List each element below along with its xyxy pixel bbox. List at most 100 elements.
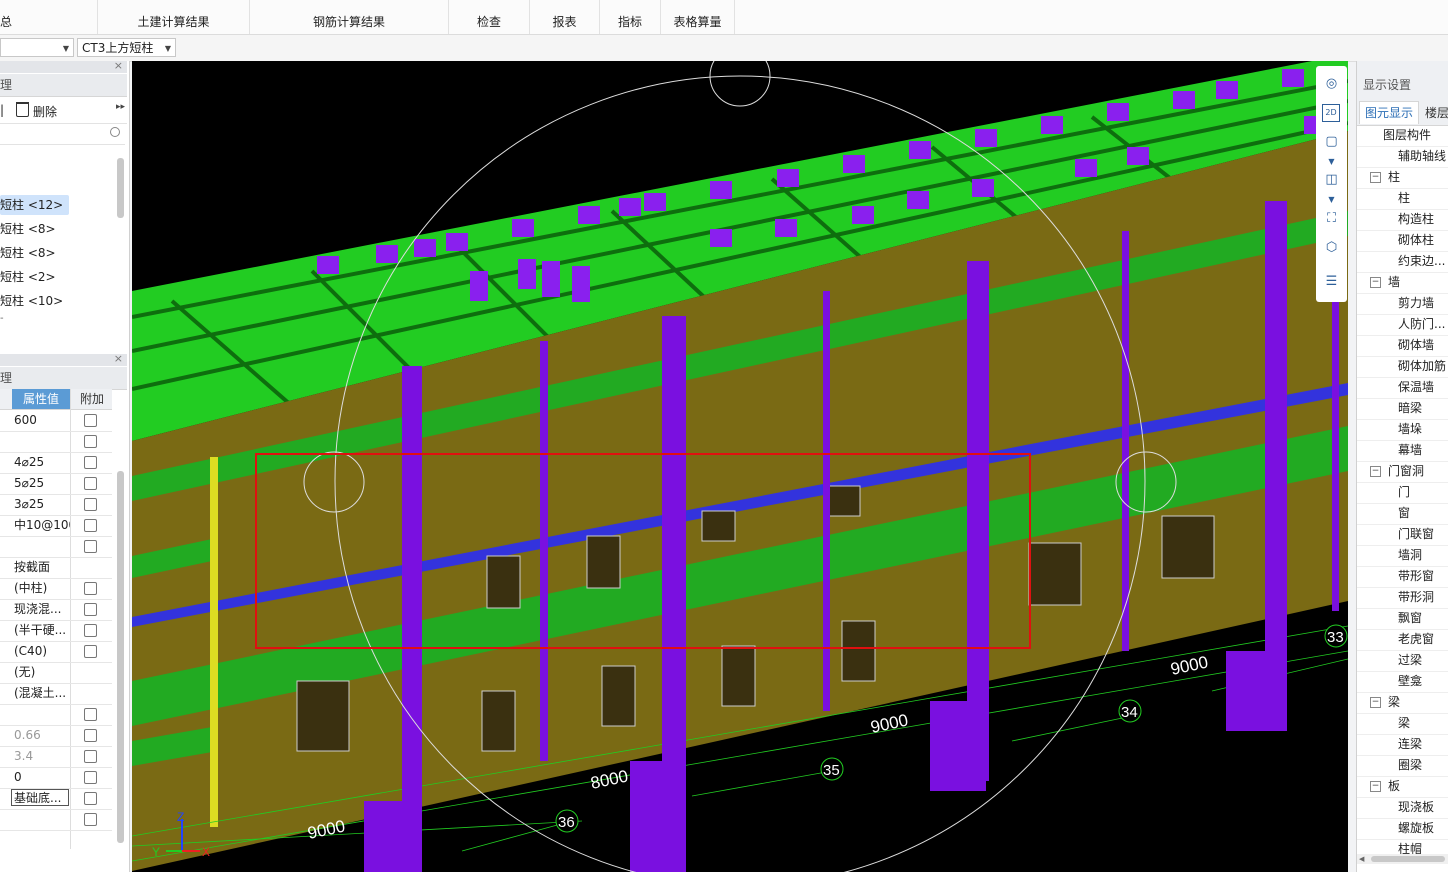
- property-row[interactable]: 3.4: [0, 746, 112, 768]
- trash-icon[interactable]: [16, 102, 29, 117]
- tree-item[interactable]: 人防门...: [1357, 314, 1448, 336]
- more-icon[interactable]: ▸▸: [116, 102, 125, 112]
- tree-item[interactable]: 老虎窗: [1357, 629, 1448, 651]
- property-value[interactable]: 0.66: [14, 725, 70, 746]
- list-item[interactable]: 短柱 <2>: [0, 267, 56, 287]
- list-item[interactable]: 短柱 <12>: [0, 195, 70, 215]
- tree-item[interactable]: 门联窗: [1357, 524, 1448, 546]
- property-value[interactable]: (半干硬...: [14, 620, 70, 641]
- property-value[interactable]: (C40): [14, 641, 70, 662]
- extra-checkbox[interactable]: [84, 813, 97, 826]
- tree-item[interactable]: 圈梁: [1357, 755, 1448, 777]
- list-search-input[interactable]: [0, 124, 125, 145]
- property-row[interactable]: 中10@100: [0, 515, 112, 537]
- tree-item[interactable]: 辅助轴线: [1357, 146, 1448, 168]
- extra-checkbox[interactable]: [84, 477, 97, 490]
- collapse-icon[interactable]: −: [1370, 466, 1381, 477]
- tab-summary[interactable]: 总: [0, 0, 98, 34]
- property-value[interactable]: 现浇混...: [14, 599, 70, 620]
- chevron-down-icon[interactable]: ▼: [1322, 152, 1341, 171]
- delete-button[interactable]: 删除: [33, 103, 57, 120]
- extra-checkbox[interactable]: [84, 456, 97, 469]
- tab-indicators[interactable]: 指标: [600, 0, 661, 34]
- tree-item[interactable]: 带形窗: [1357, 566, 1448, 588]
- tree-item[interactable]: 砌体加筋: [1357, 356, 1448, 378]
- property-row[interactable]: [0, 704, 112, 726]
- property-value[interactable]: 3.4: [14, 746, 70, 767]
- tree-item[interactable]: − 柱: [1357, 167, 1448, 189]
- tab-rebar-results[interactable]: 钢筋计算结果: [250, 0, 449, 34]
- extra-checkbox[interactable]: [84, 771, 97, 784]
- tree-item[interactable]: 砌体柱: [1357, 230, 1448, 252]
- tab-table-quantity[interactable]: 表格算量: [661, 0, 735, 34]
- collapse-icon[interactable]: −: [1370, 277, 1381, 288]
- property-row[interactable]: (中柱): [0, 578, 112, 600]
- tab-check[interactable]: 检查: [449, 0, 530, 34]
- fit-view-icon[interactable]: ⛶: [1322, 209, 1341, 228]
- extra-checkbox[interactable]: [84, 414, 97, 427]
- property-row[interactable]: (混凝土...: [0, 683, 112, 705]
- tree-item[interactable]: − 墙: [1357, 272, 1448, 294]
- extra-checkbox[interactable]: [84, 540, 97, 553]
- tab-floor[interactable]: 楼层: [1425, 101, 1448, 125]
- property-row[interactable]: 基础底...: [0, 788, 112, 810]
- property-row[interactable]: 4⌀25: [0, 452, 112, 474]
- list-item[interactable]: 短柱 <10>: [0, 291, 63, 311]
- tree-item[interactable]: − 门窗洞: [1357, 461, 1448, 483]
- collapse-icon[interactable]: −: [1370, 697, 1381, 708]
- extra-checkbox[interactable]: [84, 603, 97, 616]
- property-row[interactable]: 按截面: [0, 557, 112, 579]
- extra-checkbox[interactable]: [84, 750, 97, 763]
- property-value[interactable]: (混凝土...: [14, 683, 70, 704]
- tree-item[interactable]: 暗梁: [1357, 398, 1448, 420]
- property-value[interactable]: 3⌀25: [14, 494, 70, 515]
- tab-report[interactable]: 报表: [530, 0, 600, 34]
- tree-item[interactable]: 约束边...: [1357, 251, 1448, 273]
- display-settings-icon[interactable]: ☰: [1322, 272, 1341, 291]
- property-value[interactable]: 0: [14, 767, 70, 788]
- property-value[interactable]: (无): [14, 662, 70, 683]
- property-row[interactable]: [0, 431, 112, 453]
- component-name-select[interactable]: CT3上方短柱 ▼: [77, 38, 176, 57]
- component-type-select[interactable]: ▼: [0, 38, 74, 57]
- extra-checkbox[interactable]: [84, 624, 97, 637]
- tree-item[interactable]: 柱: [1357, 188, 1448, 210]
- property-scrollbar[interactable]: [117, 471, 124, 843]
- tree-item[interactable]: 门: [1357, 482, 1448, 504]
- tree-item[interactable]: 砌体墙: [1357, 335, 1448, 357]
- chevron-down-icon[interactable]: ▼: [1322, 190, 1341, 209]
- tree-item[interactable]: 墙洞: [1357, 545, 1448, 567]
- orbit-icon[interactable]: ◎: [1322, 74, 1341, 93]
- extra-checkbox[interactable]: [84, 435, 97, 448]
- scroll-thumb[interactable]: [1371, 856, 1445, 862]
- tree-item[interactable]: 保温墙: [1357, 377, 1448, 399]
- tree-item[interactable]: 飘窗: [1357, 608, 1448, 630]
- tree-item[interactable]: 带形洞: [1357, 587, 1448, 609]
- tree-item[interactable]: 图层构件: [1357, 125, 1448, 147]
- tab-civil-results[interactable]: 土建计算结果: [98, 0, 250, 34]
- tree-item[interactable]: 螺旋板: [1357, 818, 1448, 840]
- list-item[interactable]: 短柱 <8>: [0, 219, 56, 239]
- horizontal-scrollbar[interactable]: ◀: [1357, 854, 1448, 864]
- property-row[interactable]: (半干硬...: [0, 620, 112, 642]
- list-item[interactable]: 短柱 <8>: [0, 243, 56, 263]
- cube-solid-icon[interactable]: ◫: [1322, 170, 1341, 189]
- tree-item[interactable]: 窗: [1357, 503, 1448, 525]
- 2d-view-icon[interactable]: 2D: [1322, 104, 1340, 122]
- property-row[interactable]: (C40): [0, 641, 112, 663]
- property-row[interactable]: 5⌀25: [0, 473, 112, 495]
- 3d-viewport[interactable]: 9000 9000 8000 9000 33 34 35 36 Z X Y: [132, 61, 1348, 872]
- property-row[interactable]: 0.66: [0, 725, 112, 747]
- tree-item[interactable]: 壁龛: [1357, 671, 1448, 693]
- extra-checkbox[interactable]: [84, 519, 97, 532]
- component-view-icon[interactable]: ⬡: [1322, 238, 1341, 257]
- tree-item[interactable]: 墙垛: [1357, 419, 1448, 441]
- property-row[interactable]: 600: [0, 410, 112, 432]
- property-row[interactable]: [0, 809, 112, 831]
- tree-item[interactable]: − 梁: [1357, 692, 1448, 714]
- tree-item[interactable]: 梁: [1357, 713, 1448, 735]
- extra-checkbox[interactable]: [84, 645, 97, 658]
- property-value[interactable]: (中柱): [14, 578, 70, 599]
- property-row[interactable]: (无): [0, 662, 112, 684]
- collapse-icon[interactable]: −: [1370, 172, 1381, 183]
